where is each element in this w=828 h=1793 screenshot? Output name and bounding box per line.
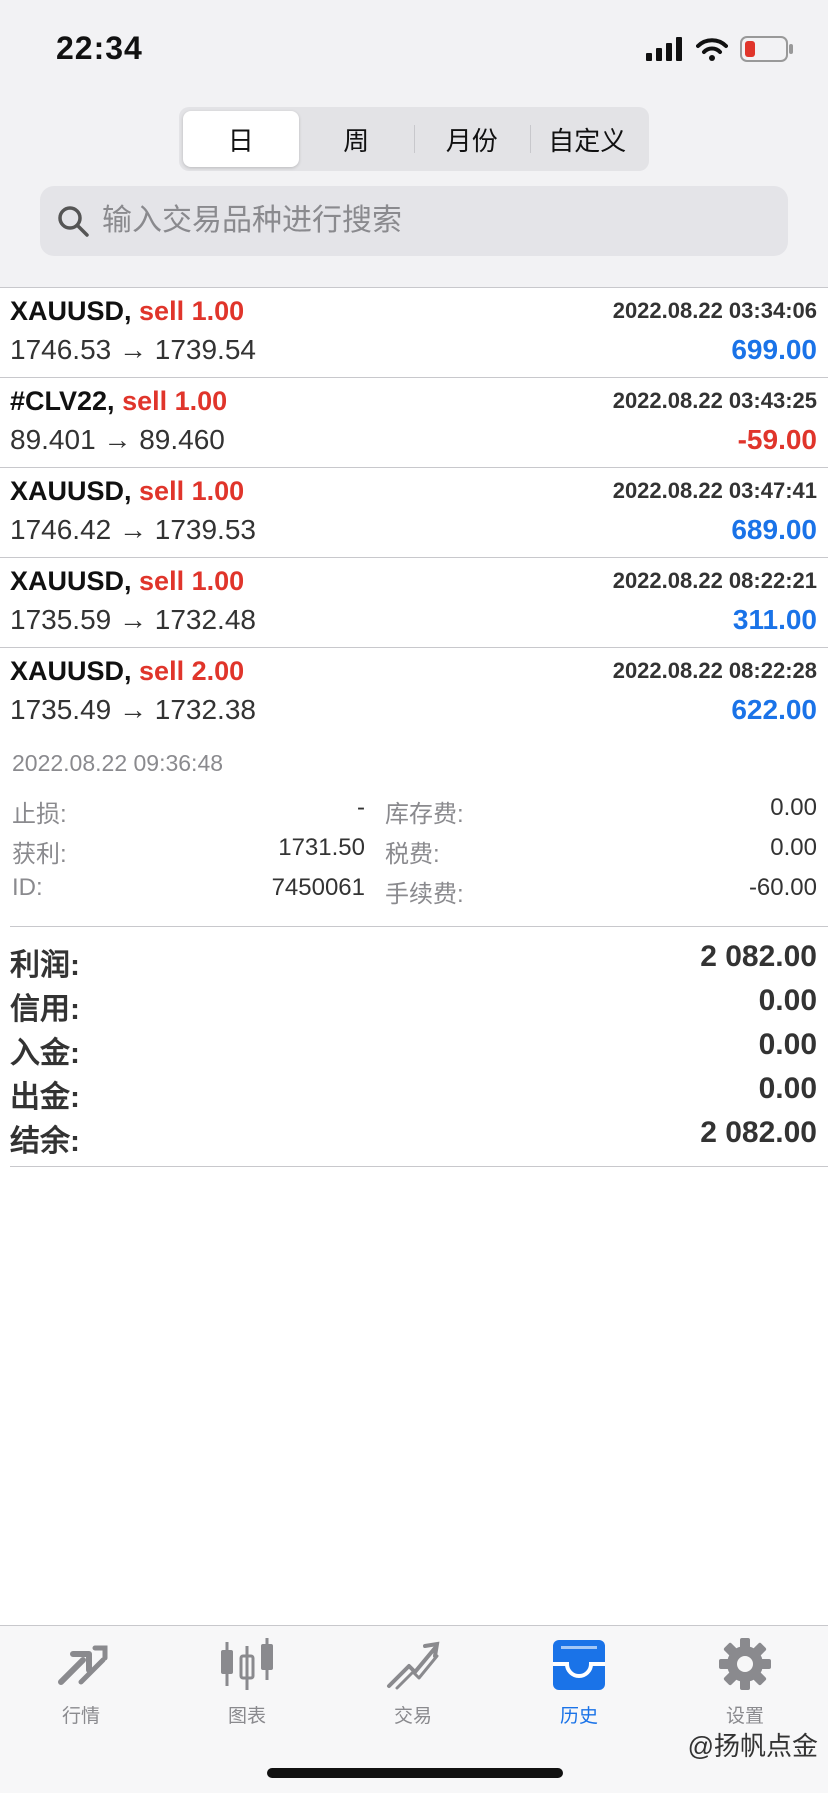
trade-time: 2022.08.22 03:43:25 — [612, 388, 817, 413]
trade-row[interactable]: XAUUSD, sell 1.00 2022.08.22 08:22:21 17… — [0, 558, 828, 648]
trade-side: sell 1.00 — [139, 476, 245, 506]
tab-label: 行情 — [61, 1706, 100, 1727]
order-id-label: ID: — [12, 874, 43, 901]
tab-label: 交易 — [393, 1706, 432, 1727]
summary-divider-top — [10, 926, 828, 927]
account-summary: 利润: 2 082.00 信用: 0.00 入金: 0.00 出金: 0.00 结余: 2… — [0, 938, 828, 1158]
bottom-tab-bar: 行情 图表 交易 历史 设置 @扬帆点金 — [0, 1625, 828, 1793]
segment-week[interactable]: 周 — [299, 111, 415, 167]
trade-profit: -59.00 — [737, 424, 817, 455]
trade-row-expanded[interactable]: XAUUSD, sell 2.00 2022.08.22 08:22:28 17… — [0, 648, 828, 737]
trade-row[interactable]: #CLV22, sell 1.00 2022.08.22 03:43:25 89… — [0, 378, 828, 468]
wifi-icon — [696, 38, 728, 61]
period-segmented-control: 日 周 月份 自定义 — [179, 107, 649, 171]
trade-symbol: XAUUSD, — [10, 476, 132, 506]
summary-label: 入金: — [10, 1037, 80, 1070]
stop-loss-label: 止损: — [12, 801, 67, 828]
trade-symbol-line: #CLV22, sell 1.00 — [10, 386, 227, 417]
trade-side: sell 2.00 — [139, 656, 245, 686]
segment-day[interactable]: 日 — [183, 111, 299, 167]
trade-price: 1746.42 → 1739.53 — [10, 514, 256, 545]
search-icon — [58, 206, 89, 237]
summary-label: 利润: — [10, 949, 80, 982]
quotes-arrows-icon — [58, 1645, 108, 1685]
summary-value: 2 082.00 — [700, 940, 817, 973]
trade-trend-icon — [387, 1641, 440, 1690]
summary-balance-row: 结余: 2 082.00 — [0, 1114, 828, 1158]
home-indicator[interactable] — [267, 1768, 563, 1778]
trade-row[interactable]: XAUUSD, sell 1.00 2022.08.22 03:47:41 17… — [0, 468, 828, 558]
trade-profit: 699.00 — [731, 334, 817, 365]
history-inbox-icon — [553, 1640, 605, 1690]
trade-side: sell 1.00 — [139, 296, 245, 326]
trade-symbol-line: XAUUSD, sell 1.00 — [10, 296, 244, 327]
battery-low-icon — [740, 36, 793, 62]
trade-time: 2022.08.22 03:34:06 — [612, 298, 817, 323]
stop-loss-value: - — [357, 794, 365, 821]
trade-row[interactable]: XAUUSD, sell 1.00 2022.08.22 03:34:06 17… — [0, 288, 828, 378]
trade-side: sell 1.00 — [139, 566, 245, 596]
order-id-value: 7450061 — [271, 874, 365, 901]
summary-label: 出金: — [10, 1081, 80, 1114]
swap-label: 库存费: — [385, 801, 464, 828]
trade-history-list: XAUUSD, sell 1.00 2022.08.22 03:34:06 17… — [0, 288, 828, 737]
tab-history[interactable]: 历史 — [504, 1636, 654, 1728]
tax-value: 0.00 — [770, 834, 817, 861]
candlestick-chart-icon — [221, 1638, 273, 1690]
commission-value: -60.00 — [748, 874, 817, 901]
tab-label: 设置 — [725, 1706, 764, 1727]
trade-price: 1746.53 → 1739.54 — [10, 334, 256, 365]
tab-charts[interactable]: 图表 — [172, 1636, 322, 1728]
trade-symbol: #CLV22, — [10, 386, 115, 416]
tab-trade[interactable]: 交易 — [338, 1636, 488, 1728]
close-time: 2022.08.22 09:36:48 — [12, 750, 224, 776]
trade-symbol: XAUUSD, — [10, 296, 132, 326]
summary-withdrawal-row: 出金: 0.00 — [0, 1070, 828, 1114]
cellular-signal-icon — [646, 37, 682, 61]
tab-label: 历史 — [559, 1706, 598, 1727]
search-input[interactable] — [100, 203, 744, 239]
summary-label: 结余: — [10, 1125, 80, 1158]
summary-value: 2 082.00 — [700, 1116, 817, 1149]
trade-side: sell 1.00 — [122, 386, 228, 416]
header-area: 22:34 日 周 月份 自定义 — [0, 0, 828, 288]
trade-profit: 622.00 — [731, 694, 817, 725]
summary-value: 0.00 — [758, 1028, 817, 1061]
trade-symbol-line: XAUUSD, sell 2.00 — [10, 656, 244, 687]
take-profit-label: 获利: — [12, 841, 67, 868]
summary-divider-bottom — [10, 1166, 828, 1167]
summary-deposit-row: 入金: 0.00 — [0, 1026, 828, 1070]
trade-profit: 689.00 — [731, 514, 817, 545]
summary-profit-row: 利润: 2 082.00 — [0, 938, 828, 982]
segment-custom[interactable]: 自定义 — [529, 111, 646, 167]
summary-value: 0.00 — [758, 1072, 817, 1105]
trade-symbol: XAUUSD, — [10, 656, 132, 686]
trade-time: 2022.08.22 08:22:28 — [612, 658, 817, 683]
trade-time: 2022.08.22 03:47:41 — [612, 478, 817, 503]
trade-symbol-line: XAUUSD, sell 1.00 — [10, 476, 244, 507]
take-profit-value: 1731.50 — [278, 834, 365, 861]
trade-price: 1735.59 → 1732.48 — [10, 604, 256, 635]
trade-price: 1735.49 → 1732.38 — [10, 694, 256, 725]
watermark: @扬帆点金 — [687, 1731, 818, 1761]
trade-symbol: XAUUSD, — [10, 566, 132, 596]
tab-quotes[interactable]: 行情 — [6, 1636, 156, 1728]
gear-icon — [719, 1638, 771, 1690]
summary-label: 信用: — [10, 993, 80, 1026]
summary-value: 0.00 — [758, 984, 817, 1017]
trade-symbol-line: XAUUSD, sell 1.00 — [10, 566, 244, 597]
tab-label: 图表 — [227, 1706, 266, 1727]
trade-profit: 311.00 — [732, 604, 817, 635]
swap-value: 0.00 — [770, 794, 817, 821]
trade-time: 2022.08.22 08:22:21 — [612, 568, 817, 593]
trade-price: 89.401 → 89.460 — [10, 424, 225, 455]
commission-label: 手续费: — [385, 881, 464, 908]
segment-month[interactable]: 月份 — [414, 111, 530, 167]
status-time: 22:34 — [56, 30, 143, 66]
summary-credit-row: 信用: 0.00 — [0, 982, 828, 1026]
tab-settings[interactable]: 设置 — [670, 1636, 820, 1728]
tax-label: 税费: — [385, 841, 440, 868]
search-bar[interactable] — [40, 186, 788, 256]
status-icons — [646, 36, 794, 62]
